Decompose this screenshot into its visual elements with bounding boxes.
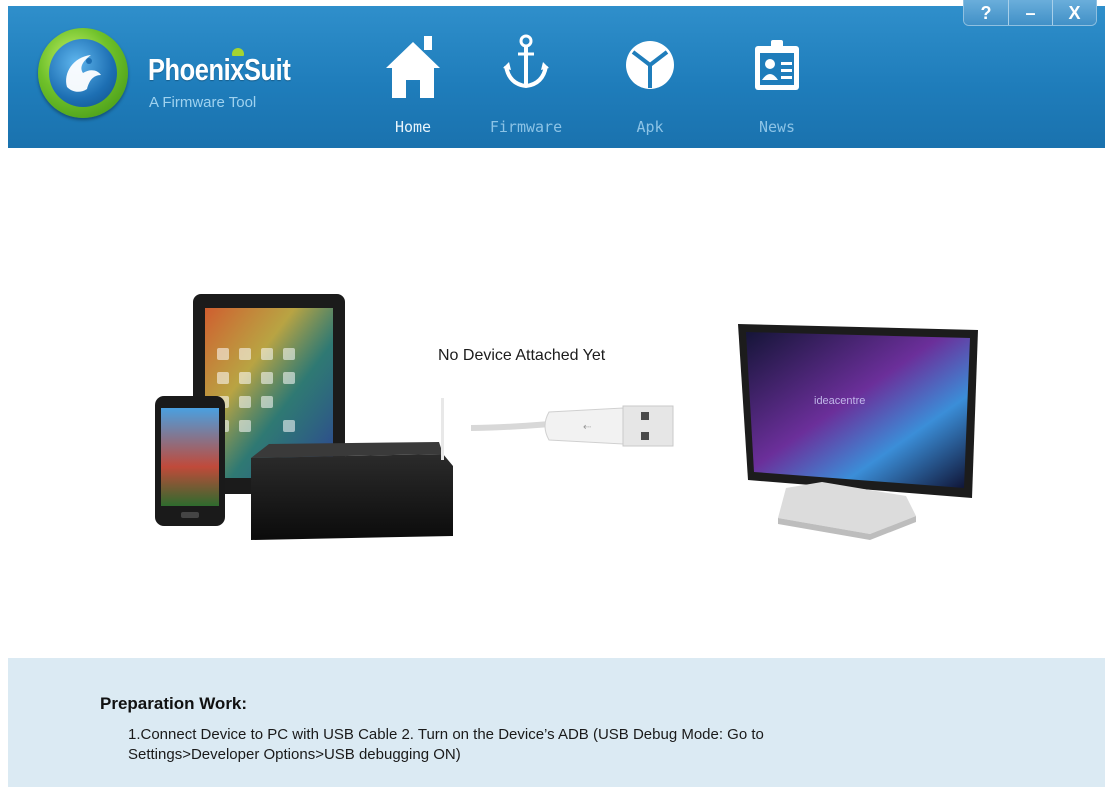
nav-firmware[interactable]: Firmware: [478, 6, 574, 148]
preparation-title: Preparation Work:: [100, 694, 248, 713]
minimize-button[interactable]: –: [1008, 0, 1052, 25]
preparation-instructions: 1.Connect Device to PC with USB Cable 2.…: [128, 725, 928, 765]
pc-monitor-illustration: ideacentre: [738, 324, 978, 540]
nav-news[interactable]: News: [742, 6, 812, 148]
apk-icon: [626, 41, 674, 89]
usb-cable-illustration: ⇠: [441, 398, 674, 460]
nav-apk[interactable]: Apk: [622, 6, 678, 148]
news-icon: [755, 40, 799, 90]
app-subtitle: A Firmware Tool: [149, 94, 257, 111]
anchor-icon: [503, 34, 549, 89]
app-logo: [38, 28, 128, 118]
nav-home[interactable]: Home: [376, 6, 450, 148]
close-button[interactable]: X: [1052, 0, 1096, 25]
nav-apk-label: Apk: [636, 118, 664, 136]
svg-text:ideacentre: ideacentre: [814, 395, 865, 407]
app-title: PhoenixSuit: [148, 52, 291, 87]
instruction-line-2: Settings>Developer Options>USB debugging…: [128, 746, 461, 763]
header-bar: PhoenixSuit A Firmware Tool Home Firmwar…: [8, 6, 1105, 148]
phoenix-logo-icon: [49, 39, 117, 107]
device-status: No Device Attached Yet: [438, 347, 606, 364]
nav-news-label: News: [758, 118, 796, 136]
nav-firmware-label: Firmware: [489, 118, 563, 136]
home-icon: [386, 36, 440, 98]
main-panel: No Device Attached Yet ⇠ ideacentre: [8, 148, 1105, 658]
android-devices-illustration: [155, 294, 453, 540]
help-button[interactable]: ?: [964, 0, 1008, 25]
window-controls: ? – X: [963, 0, 1097, 26]
svg-text:⇠: ⇠: [583, 422, 592, 433]
phoenixsuit-window: PhoenixSuit A Firmware Tool Home Firmwar…: [8, 0, 1105, 787]
preparation-panel: Preparation Work: 1.Connect Device to PC…: [8, 658, 1105, 787]
nav-home-label: Home: [394, 118, 432, 136]
instruction-line-1: 1.Connect Device to PC with USB Cable 2.…: [128, 726, 764, 743]
android-icon: [232, 48, 244, 56]
